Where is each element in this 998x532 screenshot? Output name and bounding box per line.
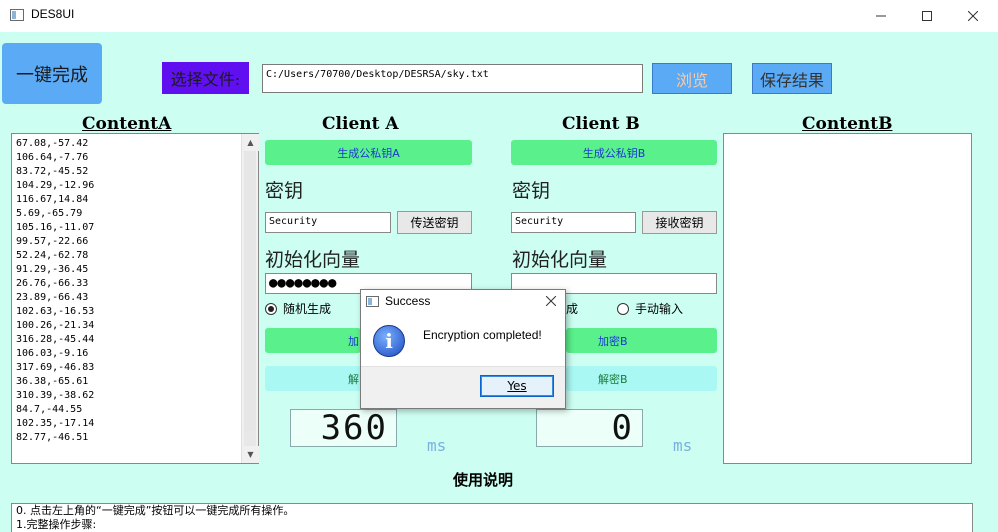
usage-line: 0. 点击左上角的“一键完成”按钮可以一键完成所有操作。 (16, 504, 295, 517)
success-dialog: Success i Encryption completed! Yes (360, 289, 566, 409)
gen-keys-b-button[interactable]: 生成公私钥B (511, 140, 717, 165)
content-a-line: 102.63,-16.53 (16, 306, 95, 317)
content-a-textbox[interactable]: 67.08,-57.42 106.64,-7.76 83.72,-45.52 104.… (11, 133, 259, 464)
content-a-line: 23.89,-66.43 (16, 292, 89, 303)
one-click-button[interactable]: 一键完成 (2, 43, 102, 104)
content-a-line: 317.69,-46.83 (16, 362, 95, 373)
close-button[interactable] (950, 0, 996, 32)
content-a-line: 5.69,-65.79 (16, 208, 83, 219)
minimize-button[interactable] (858, 0, 904, 32)
client-a-timer: 360 (290, 408, 397, 448)
save-result-button[interactable]: 保存结果 (752, 63, 832, 94)
client-b-heading: Client B (562, 114, 640, 134)
content-a-line: 116.67,14.84 (16, 194, 89, 205)
content-b-textbox[interactable] (723, 133, 972, 464)
client-a-radio-random[interactable]: 随机生成 (265, 300, 331, 317)
window-title: DES8UI (31, 7, 75, 21)
content-a-line: 84.7,-44.55 (16, 404, 83, 415)
decrypt-a-button[interactable]: 解 (265, 366, 361, 391)
content-a-line: 67.08,-57.42 (16, 138, 89, 149)
send-key-button[interactable]: 传送密钥 (397, 211, 472, 234)
dialog-message: Encryption completed! (423, 328, 542, 342)
client-b-ms-label: ms (673, 436, 693, 455)
client-a-ms-label: ms (427, 436, 447, 455)
content-a-scrollbar[interactable]: ▲ ▼ (241, 134, 259, 463)
minimize-icon (876, 15, 886, 17)
content-a-line: 36.38,-65.61 (16, 376, 89, 387)
radio-unselected-icon (617, 302, 629, 315)
content-a-line: 310.39,-38.62 (16, 390, 95, 401)
file-path-input[interactable]: C:/Users/70700/Desktop/DESRSA/sky.txt (262, 64, 643, 93)
scroll-thumb[interactable] (244, 151, 256, 431)
client-b-key-input[interactable]: Security (511, 212, 636, 233)
info-icon: i (373, 325, 405, 357)
dialog-body: i Encryption completed! (361, 312, 565, 366)
dialog-close-button[interactable] (539, 291, 563, 311)
choose-file-label: 选择文件: (162, 62, 249, 94)
yes-button-label: Yes (507, 379, 527, 393)
dialog-titlebar: Success (361, 290, 565, 312)
content-a-line: 105.16,-11.07 (16, 222, 95, 233)
maximize-icon (922, 11, 932, 21)
yes-button[interactable]: Yes (480, 375, 554, 397)
content-b-heading: ContentB (802, 114, 893, 134)
client-a-key-input[interactable]: Security (265, 212, 391, 233)
content-a-line: 106.03,-9.16 (16, 348, 89, 359)
content-a-heading: ContentA (82, 114, 172, 134)
client-b-radio-random-label: 成 (566, 302, 579, 316)
app-window-icon (10, 9, 24, 21)
usage-line: 1.完整操作步骤: (16, 518, 97, 531)
content-a-line: 104.29,-12.96 (16, 180, 95, 191)
dialog-title: Success (385, 294, 431, 308)
content-a-line: 83.72,-45.52 (16, 166, 89, 177)
content-a-line: 106.64,-7.76 (16, 152, 89, 163)
scroll-up-icon[interactable]: ▲ (242, 134, 259, 151)
maximize-button[interactable] (904, 0, 950, 32)
content-a-line: 26.76,-66.33 (16, 278, 89, 289)
client-b-key-label: 密钥 (512, 180, 551, 202)
content-a-line: 91.29,-36.45 (16, 264, 89, 275)
client-a-iv-label: 初始化向量 (265, 249, 361, 271)
scroll-down-icon[interactable]: ▼ (242, 446, 259, 463)
client-b-radio-manual-label: 手动输入 (635, 302, 684, 316)
client-a-radio-random-label: 随机生成 (283, 302, 332, 316)
dialog-footer: Yes (361, 366, 565, 408)
usage-title: 使用说明 (453, 471, 514, 489)
dialog-window-icon (366, 296, 379, 307)
encrypt-a-label: 加 (348, 334, 359, 348)
client-b-radio-random[interactable]: 成 (566, 300, 578, 317)
usage-textbox[interactable]: 0. 点击左上角的“一键完成”按钮可以一键完成所有操作。 1.完整操作步骤: (11, 503, 973, 532)
gen-keys-a-button[interactable]: 生成公私钥A (265, 140, 472, 165)
encrypt-b-button[interactable]: 加密B (566, 328, 717, 353)
client-b-iv-label: 初始化向量 (512, 249, 608, 271)
content-a-line: 52.24,-62.78 (16, 250, 89, 261)
content-a-line: 316.28,-45.44 (16, 334, 95, 345)
client-b-timer: 0 (536, 408, 643, 448)
close-icon (968, 11, 978, 21)
content-a-lines: 67.08,-57.42 106.64,-7.76 83.72,-45.52 104.… (16, 137, 94, 445)
decrypt-a-label: 解 (348, 372, 359, 386)
close-icon (546, 296, 556, 306)
window-titlebar: DES8UI (0, 0, 998, 32)
client-b-radio-manual[interactable]: 手动输入 (617, 300, 683, 317)
content-a-line: 100.26,-21.34 (16, 320, 95, 331)
radio-selected-icon (265, 302, 277, 315)
encrypt-a-button[interactable]: 加 (265, 328, 361, 353)
client-a-key-label: 密钥 (265, 180, 304, 202)
content-a-line: 82.77,-46.51 (16, 432, 89, 443)
content-a-line: 102.35,-17.14 (16, 418, 95, 429)
content-a-line: 99.57,-22.66 (16, 236, 89, 247)
browse-button[interactable]: 浏览 (652, 63, 732, 94)
receive-key-button[interactable]: 接收密钥 (642, 211, 717, 234)
decrypt-b-button[interactable]: 解密B (566, 366, 717, 391)
client-area: 一键完成 选择文件: C:/Users/70700/Desktop/DESRSA… (0, 32, 998, 532)
client-a-heading: Client A (322, 114, 399, 134)
